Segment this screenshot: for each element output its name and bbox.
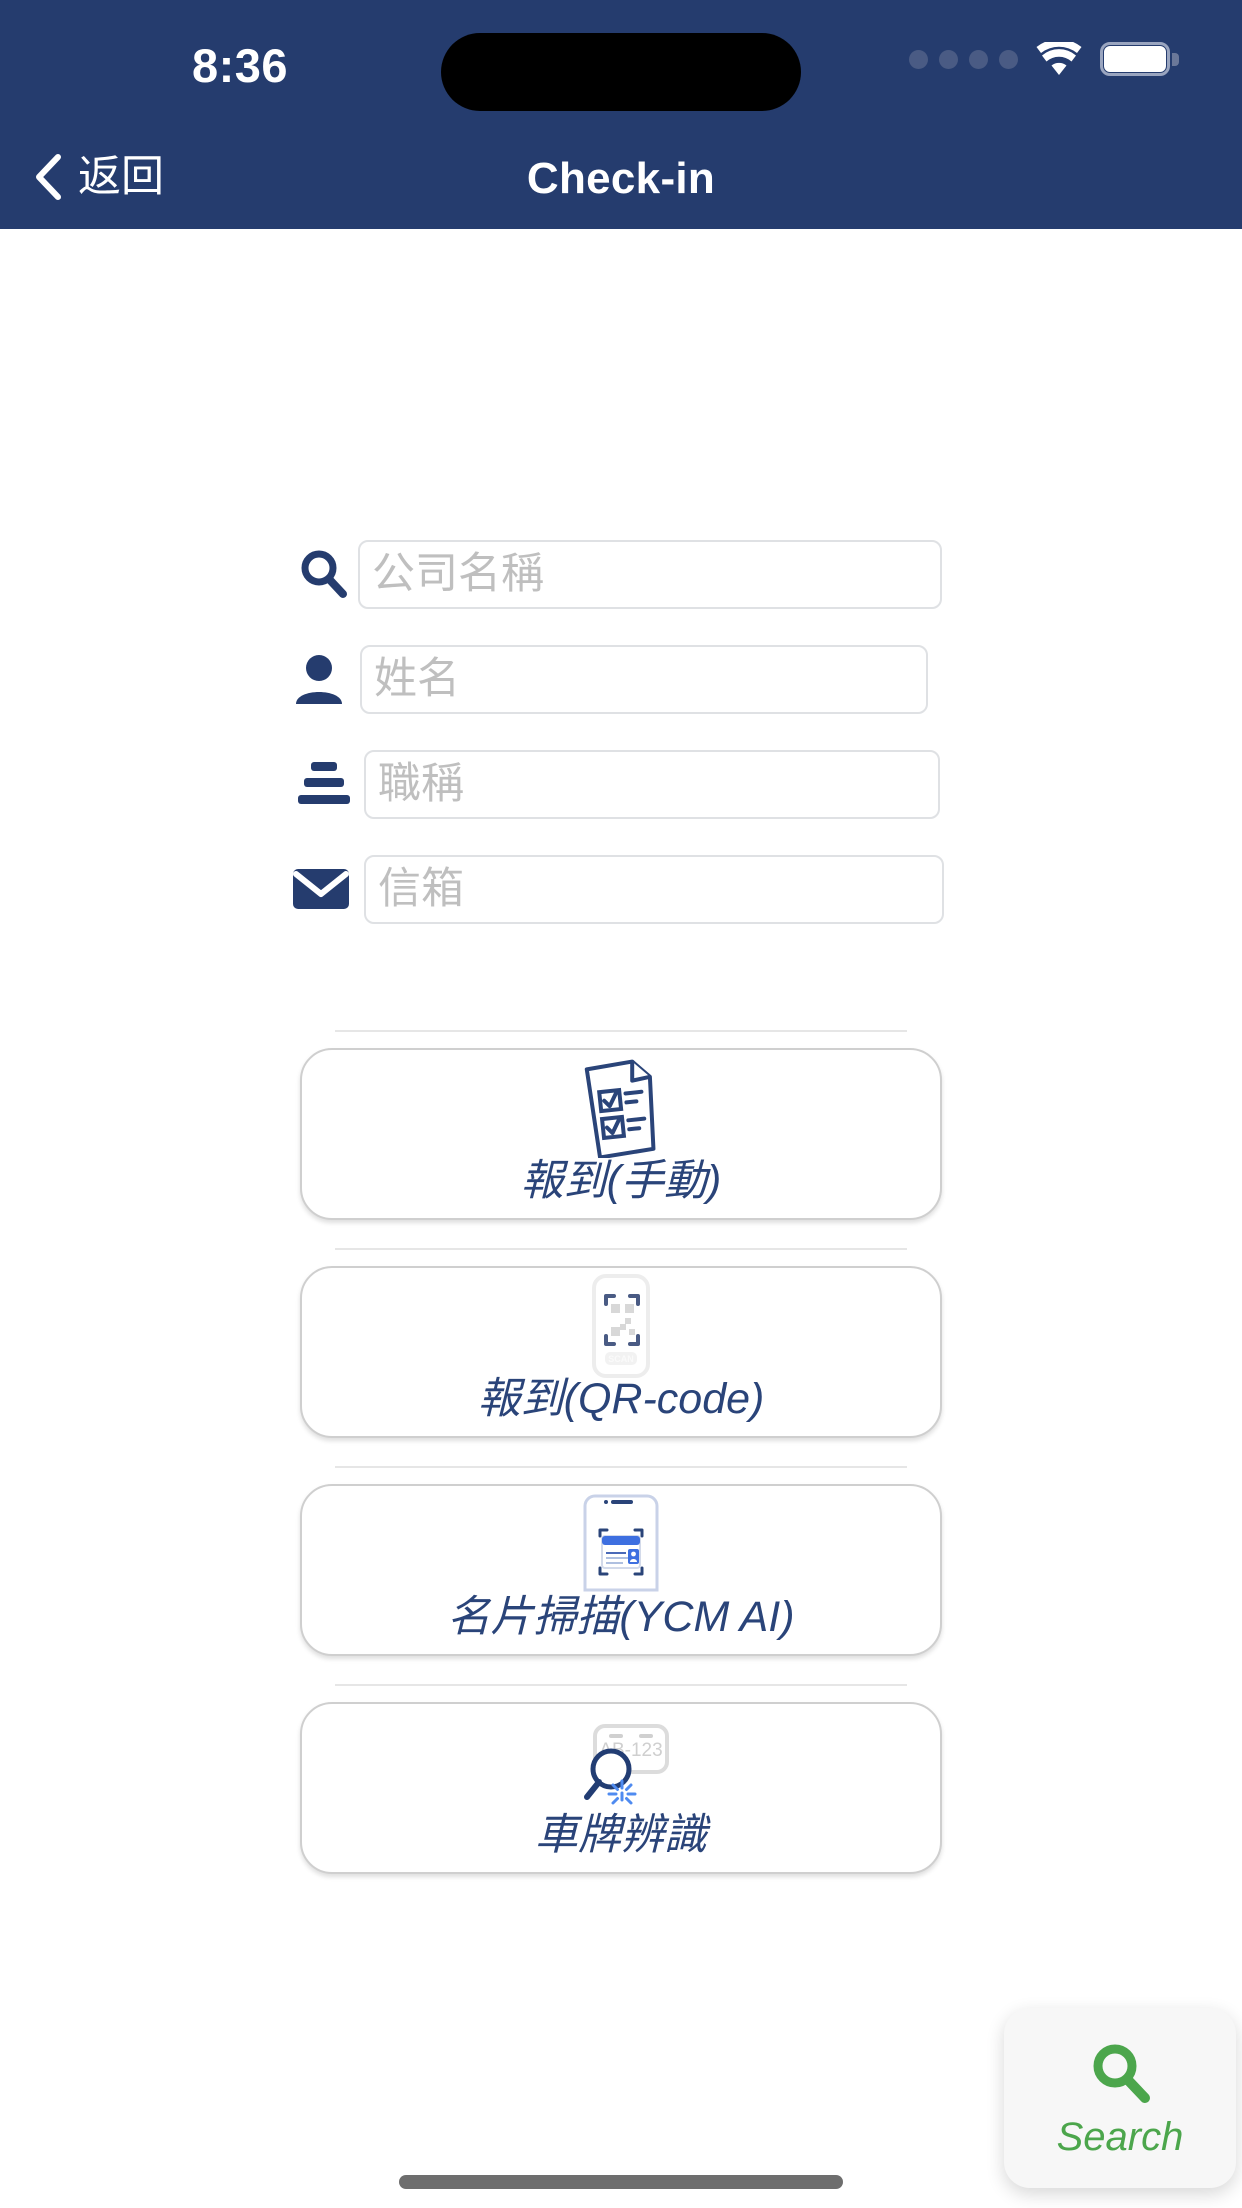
divider bbox=[335, 1684, 907, 1686]
business-card-scan-phone-icon bbox=[575, 1492, 667, 1596]
navigation-bar: 返回 Check-in bbox=[0, 124, 1242, 229]
qr-scan-phone-icon: SCAN bbox=[580, 1274, 662, 1378]
license-plate-button[interactable]: AB-123 車牌辨識 bbox=[300, 1702, 942, 1874]
divider bbox=[335, 1466, 907, 1468]
business-card-scan-button[interactable]: 名片掃描(YCM AI) bbox=[300, 1484, 942, 1656]
job-title-placeholder: 職稱 bbox=[378, 760, 464, 808]
checkin-qr-label: 報到(QR-code) bbox=[477, 1375, 765, 1423]
divider bbox=[335, 1248, 907, 1250]
checkin-actions: 報到(手動) SCAN 報到(QR-code) 名片掃描(YCM AI) AB-… bbox=[0, 1030, 1242, 1902]
job-title-input[interactable]: 職稱 bbox=[364, 750, 940, 819]
checkin-manual-label: 報到(手動) bbox=[520, 1157, 722, 1205]
page-title: Check-in bbox=[526, 154, 716, 203]
action-row-license-plate: AB-123 車牌辨識 bbox=[0, 1684, 1242, 1890]
search-icon bbox=[292, 543, 354, 605]
wifi-icon bbox=[1036, 42, 1082, 76]
action-row-card-scan: 名片掃描(YCM AI) bbox=[0, 1466, 1242, 1672]
svg-text:SCAN: SCAN bbox=[608, 1354, 634, 1364]
action-row-qr: SCAN 報到(QR-code) bbox=[0, 1248, 1242, 1454]
email-input[interactable]: 信箱 bbox=[364, 855, 944, 924]
company-name-placeholder: 公司名稱 bbox=[372, 550, 544, 598]
field-job-title[interactable]: 職稱 bbox=[0, 750, 1242, 819]
battery-full-icon bbox=[1100, 42, 1179, 76]
status-bar-clock: 8:36 bbox=[191, 39, 289, 92]
search-icon bbox=[1088, 2040, 1152, 2111]
home-indicator[interactable] bbox=[399, 2175, 843, 2189]
field-email[interactable]: 信箱 bbox=[0, 855, 1242, 924]
person-name-input[interactable]: 姓名 bbox=[360, 645, 928, 714]
email-placeholder: 信箱 bbox=[378, 865, 464, 913]
person-name-placeholder: 姓名 bbox=[374, 655, 460, 703]
signal-dots-icon bbox=[909, 49, 1018, 69]
job-title-icon bbox=[293, 753, 355, 815]
dynamic-island bbox=[441, 33, 801, 111]
action-row-manual: 報到(手動) bbox=[0, 1030, 1242, 1236]
app-screen: 8:36 返回 Check-in 公司名稱 姓名 職稱 信箱 報到(手動) SC… bbox=[0, 0, 1242, 2208]
license-plate-label: 車牌辨識 bbox=[535, 1811, 707, 1859]
checklist-document-icon bbox=[575, 1056, 667, 1160]
checkin-manual-button[interactable]: 報到(手動) bbox=[300, 1048, 942, 1220]
checkin-form: 公司名稱 姓名 職稱 信箱 bbox=[0, 540, 1242, 960]
checkin-qr-button[interactable]: SCAN 報到(QR-code) bbox=[300, 1266, 942, 1438]
envelope-icon bbox=[290, 858, 352, 920]
status-bar: 8:36 bbox=[0, 0, 1242, 124]
license-plate-search-icon: AB-123 bbox=[565, 1710, 677, 1814]
business-card-scan-label: 名片掃描(YCM AI) bbox=[447, 1593, 795, 1641]
company-name-input[interactable]: 公司名稱 bbox=[358, 540, 942, 609]
floating-search-label: Search bbox=[1056, 2114, 1184, 2159]
field-company-name[interactable]: 公司名稱 bbox=[0, 540, 1242, 609]
floating-search-button[interactable]: Search bbox=[1004, 2008, 1236, 2188]
status-bar-indicators bbox=[909, 42, 1179, 76]
person-icon bbox=[288, 648, 350, 710]
divider bbox=[335, 1030, 907, 1032]
field-person-name[interactable]: 姓名 bbox=[0, 645, 1242, 714]
